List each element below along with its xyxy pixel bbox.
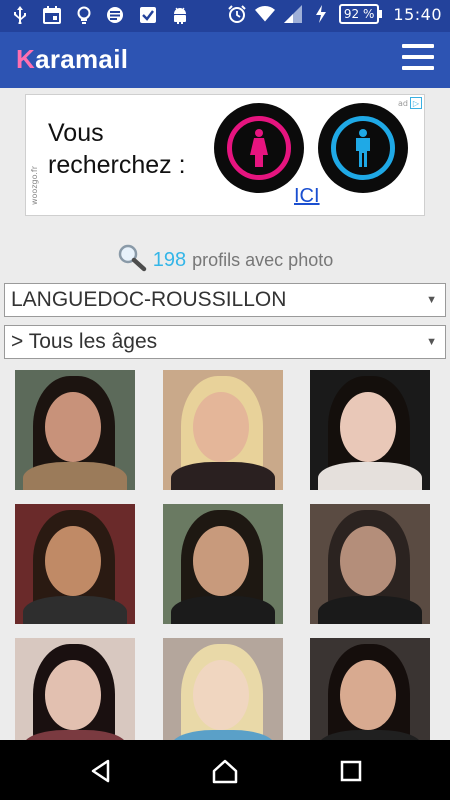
woman-choice-icon[interactable] xyxy=(214,103,304,193)
photo-body xyxy=(23,596,127,624)
logo-text: aramail xyxy=(35,44,129,74)
chevron-down-icon: ▼ xyxy=(426,294,437,306)
photo-face xyxy=(193,392,249,462)
profile-photo[interactable] xyxy=(163,370,283,490)
app-bar: Karamail xyxy=(0,32,450,88)
clock: 15:40 xyxy=(393,4,442,24)
checklist-icon xyxy=(138,5,158,25)
photo-face xyxy=(340,392,396,462)
alarm-icon xyxy=(227,4,247,24)
signal-icon xyxy=(283,4,303,24)
photo-body xyxy=(318,596,422,624)
status-bar: 92 % 15:40 xyxy=(0,0,450,32)
news-icon xyxy=(106,5,126,25)
ad-sponsor-text: woozgo.fr xyxy=(30,165,39,205)
recent-apps-icon[interactable] xyxy=(338,758,364,784)
logo-initial: K xyxy=(16,44,36,74)
photo-face xyxy=(45,660,101,730)
home-icon[interactable] xyxy=(212,758,238,784)
photo-face xyxy=(193,660,249,730)
notification-icons xyxy=(10,5,190,25)
charging-icon xyxy=(311,4,331,24)
ad-choices-icon[interactable]: ad ▷ xyxy=(398,97,422,109)
ad-link[interactable]: ICI xyxy=(294,185,320,208)
profile-photo[interactable] xyxy=(310,504,430,624)
profile-count-number: 198 xyxy=(152,249,187,271)
lightbulb-icon xyxy=(74,5,94,25)
battery-indicator: 92 % xyxy=(338,4,382,24)
man-choice-icon[interactable] xyxy=(318,103,408,193)
profile-photo[interactable] xyxy=(310,370,430,490)
profile-count-label: profils avec photo xyxy=(192,250,334,270)
ad-headline: Vous recherchez : xyxy=(48,117,186,181)
system-icons: 92 % 15:40 xyxy=(227,4,442,24)
photo-face xyxy=(340,526,396,596)
photo-face xyxy=(193,526,249,596)
ad-line-2: recherchez : xyxy=(48,151,186,179)
system-navigation-bar xyxy=(0,740,450,800)
age-select[interactable]: > Tous les âges ▼ xyxy=(4,325,446,359)
wifi-icon xyxy=(254,4,275,24)
ad-line-1: Vous xyxy=(48,119,104,147)
profile-photo[interactable] xyxy=(15,370,135,490)
age-select-value: > Tous les âges xyxy=(11,330,158,353)
photo-body xyxy=(23,462,127,490)
back-icon[interactable] xyxy=(88,758,114,784)
search-icon xyxy=(117,244,147,277)
app-logo[interactable]: Karamail xyxy=(16,44,128,75)
photo-body xyxy=(318,462,422,490)
profile-photo[interactable] xyxy=(163,504,283,624)
chevron-down-icon: ▼ xyxy=(426,336,437,348)
hamburger-menu-icon[interactable] xyxy=(402,44,434,70)
android-icon xyxy=(170,5,190,25)
photo-body xyxy=(171,462,275,490)
photo-face xyxy=(45,392,101,462)
photo-face xyxy=(340,660,396,730)
usb-icon xyxy=(10,5,30,25)
region-select-value: LANGUEDOC-ROUSSILLON xyxy=(11,288,287,311)
photo-body xyxy=(171,596,275,624)
ad-banner[interactable]: woozgo.fr Vous recherchez : ICI ad ▷ xyxy=(25,94,425,216)
region-select[interactable]: LANGUEDOC-ROUSSILLON ▼ xyxy=(4,283,446,317)
calendar-icon xyxy=(42,5,62,25)
profile-count: 198 profils avec photo xyxy=(0,244,450,277)
profile-photo[interactable] xyxy=(15,504,135,624)
photo-face xyxy=(45,526,101,596)
